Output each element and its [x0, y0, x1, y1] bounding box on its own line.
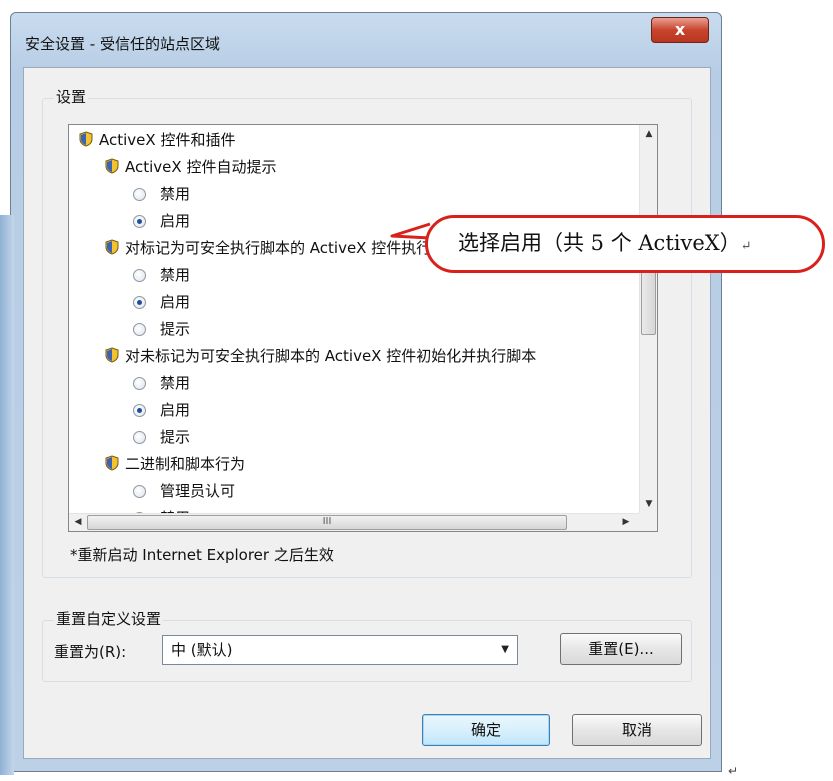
tree-item-label: 提示 [160, 320, 191, 338]
reset-button[interactable]: 重置(E)... [560, 633, 682, 665]
tree-item-label: 启用 [160, 212, 191, 230]
settings-shield-icon [79, 129, 93, 147]
tree-option[interactable]: 提示 [133, 424, 190, 451]
paragraph-mark: ↵ [740, 239, 752, 254]
tree-item-label: ActiveX 控件和插件 [99, 131, 236, 149]
vertical-scrollbar[interactable]: ▲ ▼ [639, 125, 657, 515]
tree-item-label: 二进制和脚本行为 [125, 455, 246, 473]
tree-category: ActiveX 控件和插件 [79, 127, 235, 154]
background-window-edge [0, 215, 14, 775]
tree-option[interactable]: 启用 [133, 208, 190, 235]
radio-unchecked-icon[interactable] [133, 269, 146, 282]
reset-to-label: 重置为(R): [54, 643, 127, 661]
annotation-label: 选择启用（共 5 个 ActiveX） [458, 231, 741, 255]
tree-option[interactable]: 启用 [133, 397, 190, 424]
horizontal-scrollbar[interactable]: ◀ III ▶ [69, 513, 639, 531]
paragraph-mark-bottom: ↵ [728, 764, 739, 778]
settings-group-label: 设置 [54, 86, 89, 107]
tree-setting: 对未标记为可安全执行脚本的 ActiveX 控件初始化并执行脚本 [105, 343, 536, 370]
cancel-button[interactable]: 取消 [572, 714, 702, 746]
tree-option[interactable]: 禁用 [133, 262, 190, 289]
tree-setting: 二进制和脚本行为 [105, 451, 245, 478]
settings-shield-icon [105, 345, 119, 363]
tree-item-label: 对未标记为可安全执行脚本的 ActiveX 控件初始化并执行脚本 [125, 347, 537, 365]
radio-checked-icon[interactable] [133, 404, 146, 417]
settings-listbox[interactable]: ActiveX 控件和插件 ActiveX 控件自动提示 禁用 启用 对标记为可安全执行… [68, 124, 658, 532]
tree-setting: ActiveX 控件自动提示 [105, 154, 276, 181]
horizontal-scroll-thumb[interactable]: III [87, 515, 567, 530]
radio-unchecked-icon[interactable] [133, 323, 146, 336]
tree-option[interactable]: 管理员认可 [133, 478, 235, 505]
reset-group-label: 重置自定义设置 [54, 608, 164, 629]
dialog-client-area: 设置 ActiveX 控件和插件 ActiveX 控件自动提示 禁用 启用 对标记为可安… [23, 67, 711, 759]
radio-unchecked-icon[interactable] [133, 377, 146, 390]
scroll-up-icon[interactable]: ▲ [640, 129, 657, 139]
tree-option[interactable]: 禁用 [133, 370, 190, 397]
scrollbar-corner [639, 513, 657, 531]
tree-item-label: ActiveX 控件自动提示 [125, 158, 277, 176]
chevron-down-icon: ▼ [501, 644, 509, 655]
close-icon: x [674, 20, 686, 39]
tree-item-label: 禁用 [160, 374, 191, 392]
tree-item-label: 启用 [160, 293, 191, 311]
scroll-left-icon[interactable]: ◀ [69, 517, 87, 527]
radio-unchecked-icon[interactable] [133, 485, 146, 498]
tree-item-label: 启用 [160, 401, 191, 419]
security-settings-dialog: 安全设置 - 受信任的站点区域 x 设置 ActiveX 控件和插件 Active… [10, 12, 722, 772]
tree-item-label: 提示 [160, 428, 191, 446]
tree-item-label: 禁用 [160, 266, 191, 284]
radio-unchecked-icon[interactable] [133, 431, 146, 444]
settings-shield-icon [105, 453, 119, 471]
radio-unchecked-icon[interactable] [133, 188, 146, 201]
tree-option[interactable]: 启用 [133, 289, 190, 316]
scroll-right-icon[interactable]: ▶ [617, 517, 635, 527]
dialog-title: 安全设置 - 受信任的站点区域 [25, 35, 220, 53]
reset-level-value: 中 (默认) [171, 641, 233, 659]
tree-item-label: 禁用 [160, 185, 191, 203]
radio-checked-icon[interactable] [133, 215, 146, 228]
settings-shield-icon [105, 156, 119, 174]
scroll-down-icon[interactable]: ▼ [640, 499, 657, 509]
ok-button[interactable]: 确定 [422, 714, 550, 746]
tree-option[interactable]: 禁用 [133, 181, 190, 208]
tree-option[interactable]: 提示 [133, 316, 190, 343]
settings-tree: ActiveX 控件和插件 ActiveX 控件自动提示 禁用 启用 对标记为可安全执行… [69, 125, 639, 515]
radio-checked-icon[interactable] [133, 296, 146, 309]
close-button[interactable]: x [651, 17, 709, 43]
settings-shield-icon [105, 237, 119, 255]
scroll-grip: III [322, 516, 332, 527]
reset-level-select[interactable]: 中 (默认) ▼ [162, 635, 518, 665]
restart-note: *重新启动 Internet Explorer 之后生效 [70, 546, 334, 564]
tree-item-label: 管理员认可 [160, 482, 236, 500]
annotation-text: 选择启用（共 5 个 ActiveX）↵ [458, 227, 752, 257]
